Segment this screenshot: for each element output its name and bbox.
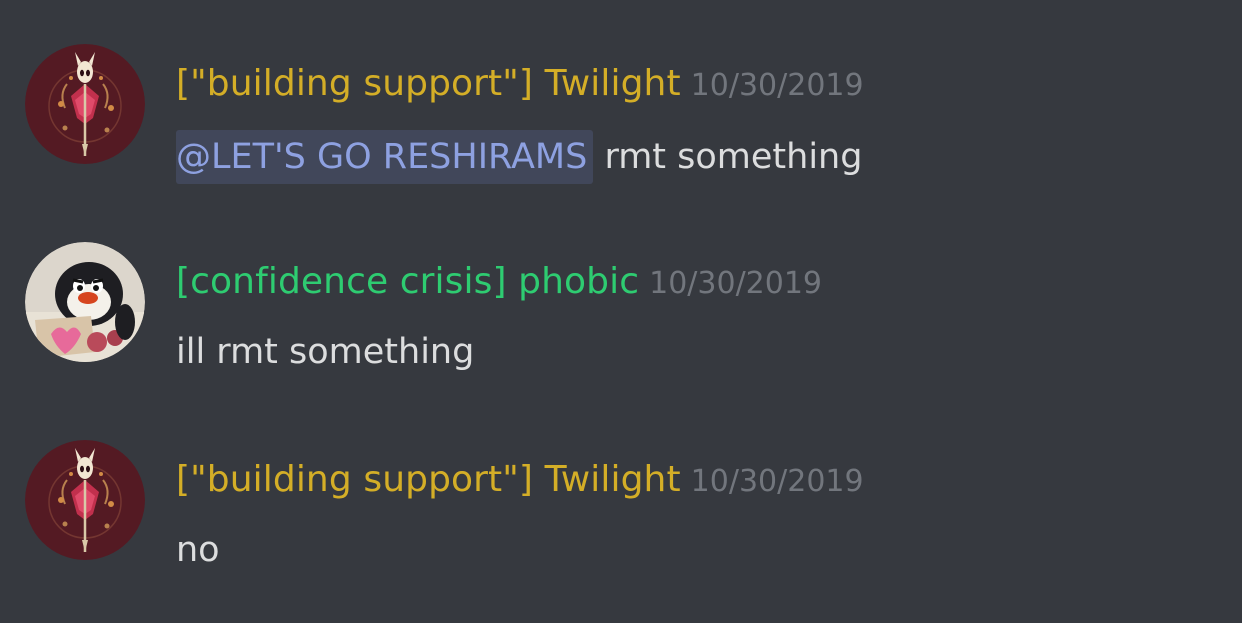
username[interactable]: ["building support"] Twilight — [176, 459, 681, 500]
hollow-knight-hornet-avatar-icon — [25, 44, 145, 164]
chat-message: ["building support"] Twilight 10/30/2019 … — [0, 440, 1242, 570]
timestamp: 10/30/2019 — [690, 464, 864, 499]
pingu-penguin-avatar-icon — [25, 242, 145, 362]
chat-message: [confidence crisis] phobic 10/30/2019 ill… — [0, 242, 1242, 372]
message-content: ill rmt something — [176, 328, 474, 382]
message-text: rmt something — [593, 137, 863, 177]
user-mention[interactable]: @LET'S GO RESHIRAMS — [176, 130, 594, 184]
message-header: [confidence crisis] phobic 10/30/2019 — [176, 258, 822, 306]
message-header: ["building support"] Twilight 10/30/2019 — [176, 456, 864, 504]
timestamp: 10/30/2019 — [649, 266, 823, 301]
message-text: no — [176, 530, 220, 570]
user-avatar[interactable] — [25, 44, 145, 164]
user-avatar[interactable] — [25, 242, 145, 362]
timestamp: 10/30/2019 — [690, 68, 864, 103]
message-content: @LET'S GO RESHIRAMS rmt something — [176, 130, 862, 184]
message-content: no — [176, 526, 220, 580]
chat-message: ["building support"] Twilight 10/30/2019 … — [0, 44, 1242, 184]
message-header: ["building support"] Twilight 10/30/2019 — [176, 60, 864, 108]
hollow-knight-hornet-avatar-icon — [25, 440, 145, 560]
user-avatar[interactable] — [25, 440, 145, 560]
message-text: ill rmt something — [176, 332, 475, 372]
username[interactable]: [confidence crisis] phobic — [176, 261, 639, 302]
username[interactable]: ["building support"] Twilight — [176, 63, 681, 104]
